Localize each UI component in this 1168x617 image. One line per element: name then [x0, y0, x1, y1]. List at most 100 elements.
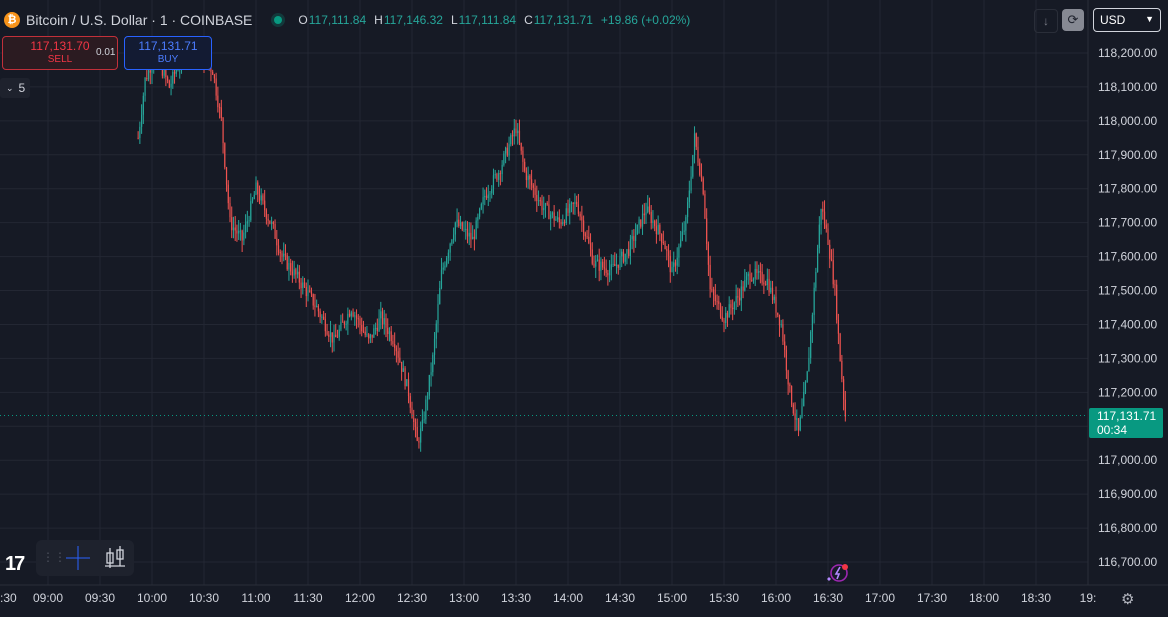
- candle: [728, 296, 730, 318]
- candle: [290, 258, 292, 276]
- candle: [733, 301, 735, 315]
- y-tick-label: 116,900.00: [1098, 487, 1157, 501]
- candle: [702, 176, 704, 196]
- ohlc-high-value: 117,146.32: [383, 13, 443, 27]
- candle: [626, 248, 628, 265]
- candle: [420, 421, 422, 452]
- candle: [520, 142, 522, 155]
- candle: [595, 255, 597, 278]
- assistant-icon[interactable]: [826, 562, 850, 584]
- chevron-down-icon: ▼: [1145, 14, 1154, 24]
- candle: [643, 203, 645, 225]
- arrow-down-icon: ↓: [1043, 14, 1049, 28]
- candle: [336, 329, 339, 339]
- candle: [482, 187, 484, 214]
- price-axis[interactable]: 118,200.00 118,100.00 118,000.00 117,900.00…: [1098, 46, 1157, 569]
- candle: [423, 411, 425, 424]
- x-tick-label: 17:00: [865, 591, 895, 605]
- candle: [565, 203, 567, 226]
- candle: [167, 75, 169, 84]
- candle: [383, 309, 385, 335]
- sync-button[interactable]: ⟳: [1062, 9, 1084, 31]
- candle: [142, 92, 144, 124]
- candle: [752, 277, 755, 284]
- candle: [829, 239, 831, 269]
- candle: [517, 123, 519, 145]
- y-tick-label: 116,800.00: [1098, 521, 1157, 535]
- candle: [797, 417, 800, 437]
- currency-select[interactable]: USD ▼: [1093, 8, 1161, 32]
- candle: [323, 310, 325, 320]
- candle: [284, 244, 287, 261]
- indicators-toggle[interactable]: ⌄ 5: [0, 78, 30, 98]
- candle: [262, 193, 264, 205]
- candle: [477, 213, 479, 229]
- candle: [671, 261, 673, 273]
- price-chart[interactable]: 118,200.00 118,100.00 118,000.00 117,900.00…: [0, 0, 1168, 617]
- crosshair-icon[interactable]: [66, 546, 90, 570]
- candle: [532, 183, 534, 198]
- x-tick-label: 13:30: [501, 591, 531, 605]
- candle: [291, 260, 293, 283]
- candle: [756, 261, 758, 280]
- candle: [837, 313, 839, 345]
- candle: [349, 309, 351, 318]
- candle: [257, 180, 259, 203]
- buy-price: 117,131.71: [138, 39, 198, 53]
- candle: [264, 189, 266, 217]
- x-tick-label: 09:30: [85, 591, 115, 605]
- tradingview-logo[interactable]: 17: [5, 553, 25, 576]
- candle: [598, 248, 600, 282]
- x-tick-label: 10:00: [137, 591, 167, 605]
- candle: [751, 272, 753, 282]
- candle: [352, 308, 354, 318]
- candle: [633, 229, 635, 253]
- candle: [539, 197, 541, 206]
- x-tick-label: 17:30: [917, 591, 947, 605]
- symbol-header: ₿ Bitcoin / U.S. Dollar · 1 · COINBASE O…: [0, 8, 698, 32]
- candle: [761, 264, 763, 286]
- candle: [666, 245, 668, 261]
- x-tick-label: 11:30: [293, 591, 322, 605]
- candle: [631, 229, 633, 250]
- candle: [433, 332, 436, 365]
- candle: [340, 314, 342, 332]
- scroll-to-realtime-button[interactable]: ↓: [1034, 9, 1058, 33]
- candle: [771, 280, 774, 304]
- candle: [390, 325, 392, 346]
- candle: [777, 312, 779, 318]
- settings-icon[interactable]: ⚙: [1121, 590, 1134, 608]
- candle: [329, 320, 332, 348]
- candle: [690, 166, 692, 194]
- y-tick-label: 116,700.00: [1098, 555, 1157, 569]
- candle: [676, 247, 678, 275]
- candle: [453, 227, 455, 244]
- candle: [345, 320, 347, 331]
- buy-button[interactable]: 117,131.71 BUY: [124, 36, 212, 70]
- candle: [314, 293, 316, 317]
- candle: [617, 264, 619, 275]
- candle: [444, 261, 446, 271]
- time-axis[interactable]: :30 09:00 09:30 10:00 10:30 11:00 11:30 12:00 12…: [0, 591, 1096, 605]
- symbol-title[interactable]: Bitcoin / U.S. Dollar · 1 · COINBASE: [26, 12, 252, 28]
- candle: [744, 269, 746, 292]
- candle: [506, 142, 508, 157]
- candle: [820, 208, 822, 235]
- candle: [657, 215, 659, 235]
- candle: [527, 166, 529, 189]
- candle: [759, 262, 761, 284]
- candle: [674, 259, 677, 272]
- candle: [362, 320, 365, 334]
- candle: [479, 207, 481, 220]
- candle: [401, 361, 403, 381]
- candle: [342, 313, 344, 323]
- candles-icon[interactable]: [105, 546, 125, 568]
- candle: [245, 214, 247, 239]
- drag-handle-icon[interactable]: ⋮⋮: [42, 550, 66, 564]
- candle: [331, 332, 333, 353]
- y-tick-label: 118,200.00: [1098, 46, 1157, 60]
- candle: [279, 249, 281, 262]
- candle: [229, 196, 231, 223]
- candle: [758, 264, 760, 280]
- candle: [579, 211, 581, 221]
